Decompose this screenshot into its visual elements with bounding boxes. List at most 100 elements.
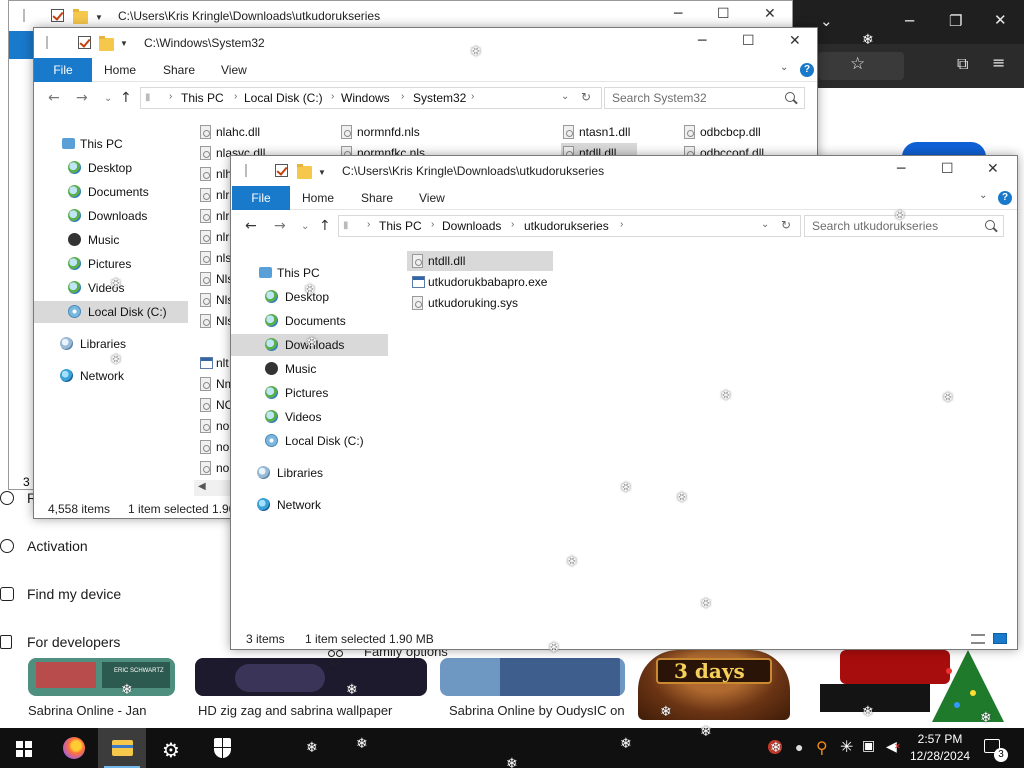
back-arrow-icon[interactable]: ← bbox=[245, 218, 257, 234]
nav-network[interactable]: Network bbox=[58, 365, 188, 387]
refresh-icon[interactable]: ↻ bbox=[781, 218, 791, 232]
nav-pictures[interactable]: Pictures bbox=[255, 382, 385, 404]
start-button[interactable] bbox=[0, 728, 48, 768]
maximize-icon[interactable]: ☐ bbox=[717, 7, 730, 21]
tray-app-icon[interactable] bbox=[768, 740, 782, 754]
brightness-icon[interactable]: ✳ bbox=[840, 737, 853, 756]
nav-desktop[interactable]: Desktop bbox=[255, 286, 385, 308]
search-box[interactable]: Search System32 bbox=[604, 87, 805, 109]
store-caption-1[interactable]: Sabrina Online - Jan bbox=[28, 703, 147, 718]
breadcrumb-this-pc[interactable]: This PC bbox=[379, 219, 422, 233]
restore-icon[interactable]: ❐ bbox=[949, 14, 962, 29]
security-button[interactable] bbox=[198, 728, 246, 768]
customize-toolbar-icon[interactable]: ▼ bbox=[318, 168, 326, 177]
close-icon[interactable]: ✕ bbox=[764, 7, 776, 21]
address-bar[interactable]: ▮ › This PC › Downloads › utkudorukserie… bbox=[338, 215, 801, 237]
address-bar[interactable]: ▮ › This PC › Local Disk (C:) › Windows … bbox=[140, 87, 602, 109]
nav-desktop[interactable]: Desktop bbox=[58, 157, 188, 179]
nav-music[interactable]: Music bbox=[58, 229, 188, 251]
nav-videos[interactable]: Videos bbox=[255, 406, 385, 428]
new-folder-icon[interactable] bbox=[73, 9, 88, 24]
nav-pictures[interactable]: Pictures bbox=[58, 253, 188, 275]
chevron-down-icon[interactable]: ⌄ bbox=[820, 14, 833, 29]
file-explorer-button[interactable] bbox=[98, 728, 146, 768]
nav-this-pc[interactable]: This PC bbox=[255, 262, 385, 284]
breadcrumb-local-disk[interactable]: Local Disk (C:) bbox=[244, 91, 323, 105]
breadcrumb-system32[interactable]: System32 bbox=[413, 91, 466, 105]
store-card-3[interactable] bbox=[440, 658, 625, 696]
clock-time[interactable]: 2:57 PM bbox=[910, 732, 970, 746]
extensions-icon[interactable]: ⧉ bbox=[957, 56, 968, 72]
menu-icon[interactable]: ≡ bbox=[992, 55, 1005, 71]
new-folder-icon[interactable] bbox=[99, 36, 114, 51]
store-card-2[interactable] bbox=[195, 658, 427, 696]
tab-view[interactable]: View bbox=[221, 63, 247, 77]
nav-downloads[interactable]: Downloads bbox=[58, 205, 188, 227]
nav-downloads[interactable]: Downloads bbox=[231, 334, 388, 356]
minimize-icon[interactable]: ─ bbox=[897, 162, 905, 176]
tab-file[interactable]: File bbox=[232, 186, 290, 210]
customize-toolbar-icon[interactable]: ▼ bbox=[95, 13, 103, 22]
nav-this-pc[interactable]: This PC bbox=[58, 133, 188, 155]
tab-view[interactable]: View bbox=[419, 191, 445, 205]
chevron-down-icon[interactable]: ⌄ bbox=[979, 190, 987, 201]
recent-locations-icon[interactable]: ⌄ bbox=[104, 93, 112, 104]
forward-arrow-icon[interactable]: → bbox=[76, 90, 88, 106]
forward-arrow-icon[interactable]: → bbox=[274, 218, 286, 234]
nav-libraries[interactable]: Libraries bbox=[255, 462, 385, 484]
refresh-icon[interactable]: ↻ bbox=[581, 90, 591, 104]
address-dropdown-icon[interactable]: ⌄ bbox=[561, 91, 569, 102]
file-item-selected[interactable]: ntdll.dll bbox=[407, 251, 553, 271]
firefox-button[interactable] bbox=[50, 728, 98, 768]
tab-share[interactable]: Share bbox=[163, 63, 195, 77]
help-icon[interactable]: ? bbox=[998, 191, 1012, 205]
properties-icon[interactable] bbox=[51, 9, 64, 22]
tab-home[interactable]: Home bbox=[104, 63, 136, 77]
minimize-icon[interactable]: ─ bbox=[674, 7, 682, 21]
water-drop-icon[interactable]: ● bbox=[795, 739, 803, 755]
properties-icon[interactable] bbox=[275, 164, 288, 177]
nav-documents[interactable]: Documents bbox=[255, 310, 385, 332]
network-tray-icon[interactable]: ▣ bbox=[862, 738, 875, 754]
tab-share[interactable]: Share bbox=[361, 191, 393, 205]
minimize-icon[interactable]: ─ bbox=[905, 14, 914, 29]
clock-date[interactable]: 12/28/2024 bbox=[910, 749, 970, 763]
maximize-icon[interactable]: ☐ bbox=[941, 162, 954, 176]
maximize-icon[interactable]: ☐ bbox=[742, 34, 755, 48]
up-arrow-icon[interactable]: ↑ bbox=[120, 90, 132, 106]
store-caption-2[interactable]: HD zig zag and sabrina wallpaper bbox=[198, 703, 392, 718]
breadcrumb-downloads[interactable]: Downloads bbox=[442, 219, 501, 233]
large-icons-view-icon[interactable] bbox=[993, 633, 1007, 644]
store-caption-3[interactable]: Sabrina Online by OudysIC on bbox=[449, 703, 625, 718]
nav-local-disk[interactable]: Local Disk (C:) bbox=[255, 430, 385, 452]
nav-local-disk[interactable]: Local Disk (C:) bbox=[34, 301, 188, 323]
address-dropdown-icon[interactable]: ⌄ bbox=[761, 219, 769, 230]
nav-music[interactable]: Music bbox=[255, 358, 385, 380]
nav-network[interactable]: Network bbox=[255, 494, 385, 516]
close-icon[interactable]: ✕ bbox=[789, 34, 801, 48]
search-tray-icon[interactable]: ⚲ bbox=[816, 738, 828, 757]
help-icon[interactable]: ? bbox=[800, 63, 814, 77]
nav-videos[interactable]: Videos bbox=[58, 277, 188, 299]
settings-button[interactable]: ⚙ bbox=[148, 728, 196, 768]
details-view-icon[interactable] bbox=[971, 634, 985, 644]
store-card-1[interactable]: ERIC SCHWARTZ bbox=[28, 658, 175, 696]
breadcrumb-this-pc[interactable]: This PC bbox=[181, 91, 224, 105]
nav-libraries[interactable]: Libraries bbox=[58, 333, 188, 355]
scroll-left-icon[interactable]: ◀ bbox=[198, 481, 206, 492]
breadcrumb-windows[interactable]: Windows bbox=[341, 91, 390, 105]
new-folder-icon[interactable] bbox=[297, 164, 312, 179]
recent-locations-icon[interactable]: ⌄ bbox=[301, 221, 309, 232]
close-icon[interactable]: ✕ bbox=[987, 162, 999, 176]
minimize-icon[interactable]: ─ bbox=[698, 34, 706, 48]
nav-documents[interactable]: Documents bbox=[58, 181, 188, 203]
tab-file[interactable]: File bbox=[34, 58, 92, 82]
chevron-down-icon[interactable]: ⌄ bbox=[780, 62, 788, 73]
up-arrow-icon[interactable]: ↑ bbox=[319, 218, 331, 234]
star-icon[interactable]: ☆ bbox=[850, 56, 865, 73]
horizontal-scrollbar[interactable]: ◀ bbox=[194, 480, 234, 496]
tab-home[interactable]: Home bbox=[302, 191, 334, 205]
search-box[interactable]: Search utkudorukseries bbox=[804, 215, 1004, 237]
breadcrumb-utkudorukseries[interactable]: utkudorukseries bbox=[524, 219, 609, 233]
properties-icon[interactable] bbox=[78, 36, 91, 49]
